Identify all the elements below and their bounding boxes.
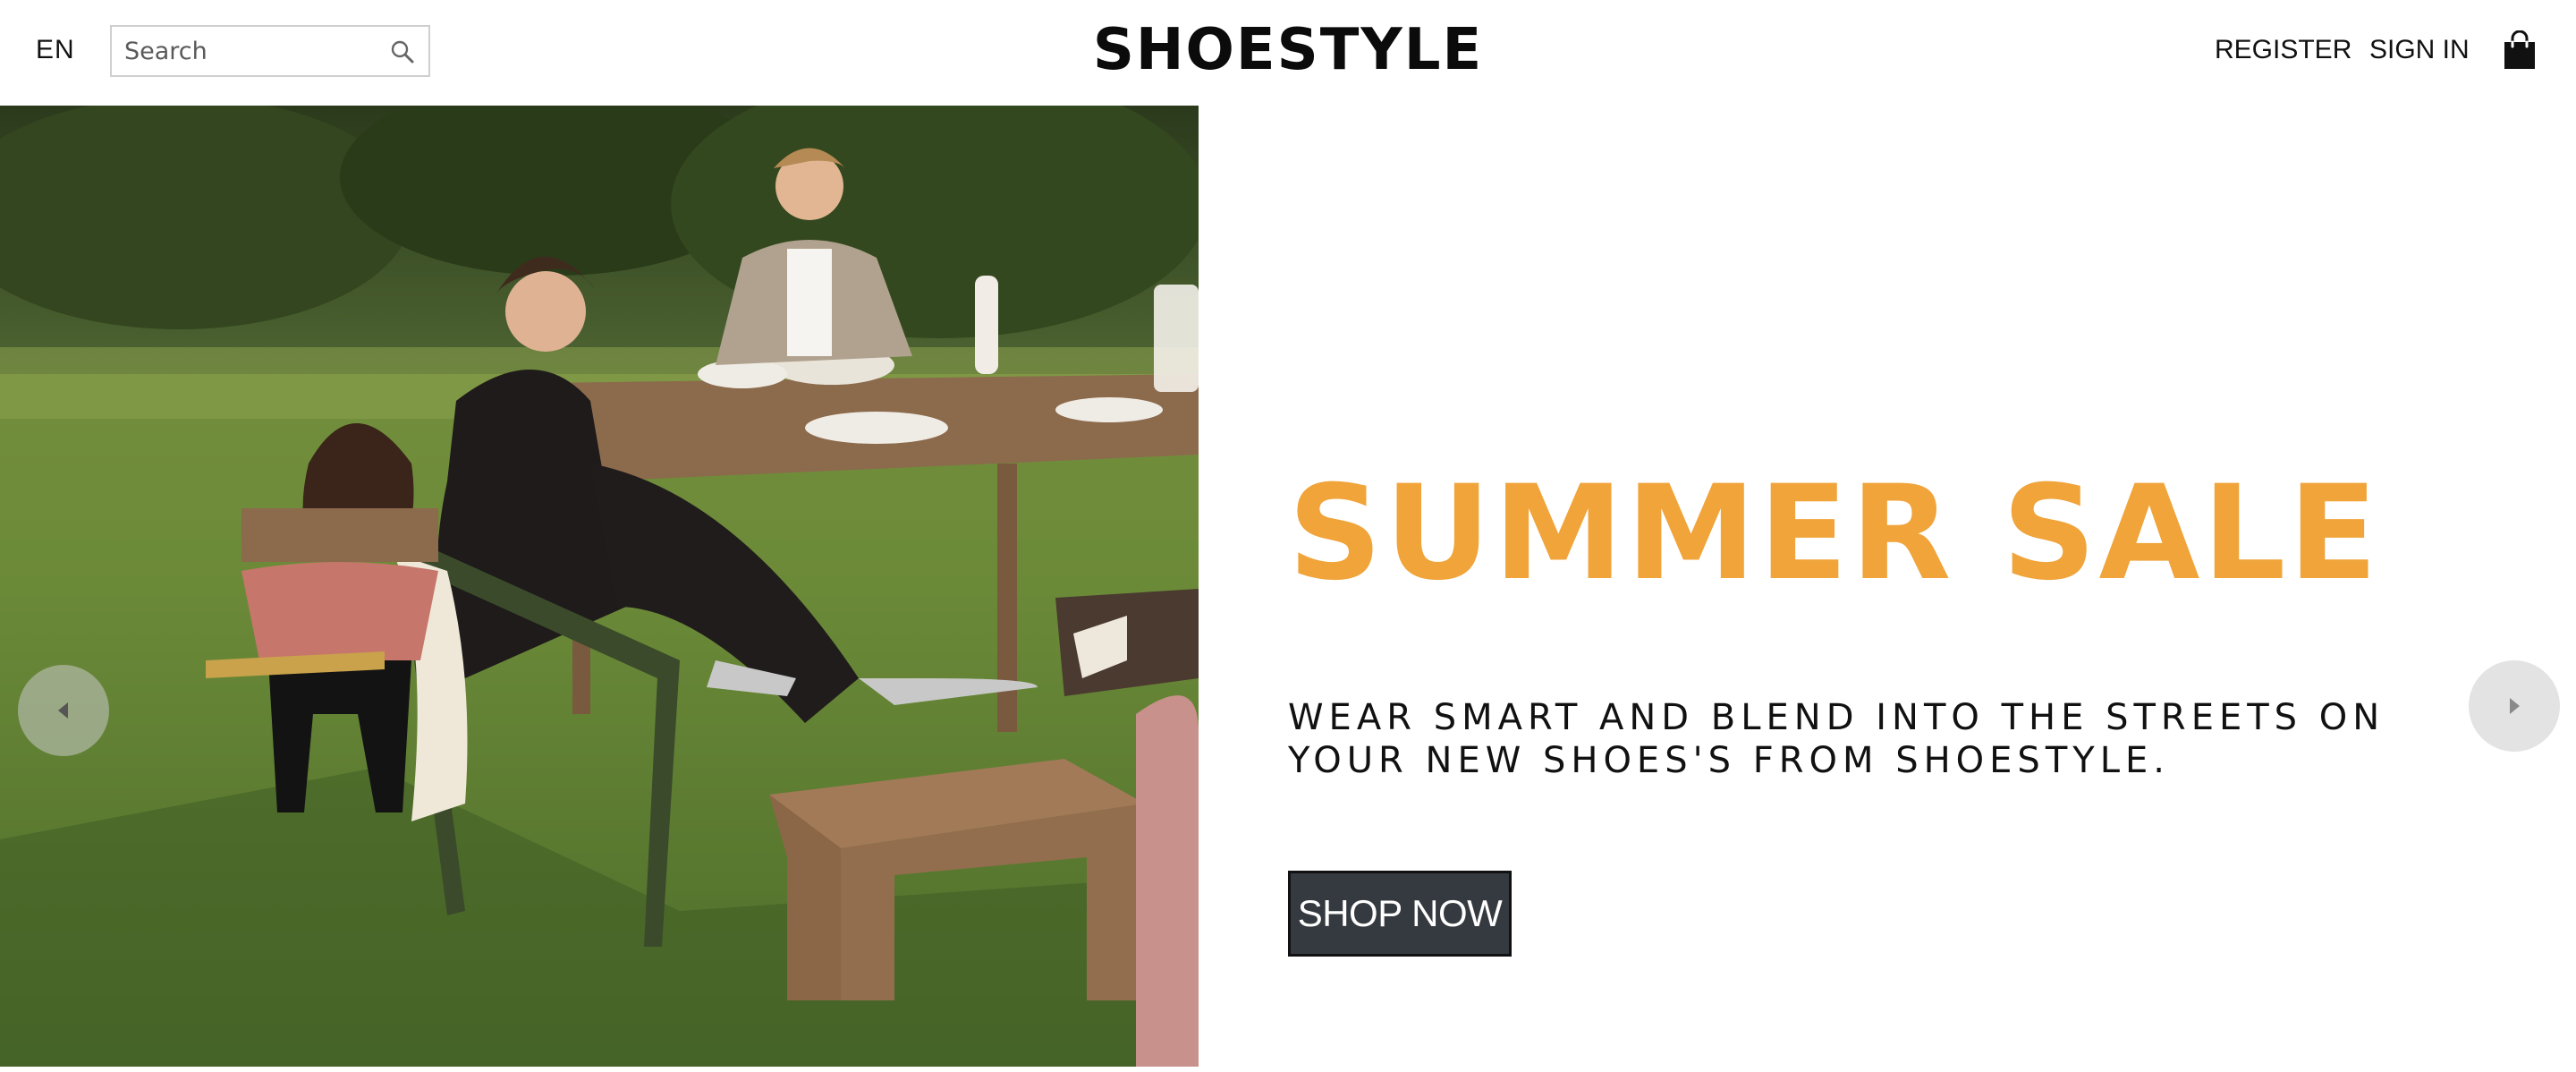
register-link[interactable]: REGISTER — [2215, 32, 2351, 68]
chevron-left-icon — [58, 702, 68, 719]
search-box — [110, 25, 430, 77]
shopping-bag-icon[interactable] — [2502, 30, 2538, 72]
site-header: EN SHOESTYLE REGISTER SIGN IN — [0, 0, 2576, 106]
chevron-right-icon — [2510, 698, 2520, 714]
hero-content: SUMMER SALE WEAR SMART AND BLEND INTO TH… — [1288, 106, 2451, 1067]
hero-image — [0, 106, 1199, 1067]
hero-photo-illustration — [0, 106, 1199, 1067]
hero-subtitle: WEAR SMART AND BLEND INTO THE STREETS ON… — [1288, 697, 2385, 781]
shop-now-button[interactable]: SHOP NOW — [1288, 871, 1512, 957]
language-selector[interactable]: EN — [36, 32, 75, 68]
sign-in-link[interactable]: SIGN IN — [2369, 32, 2470, 68]
search-input[interactable] — [112, 27, 380, 75]
brand-logo[interactable]: SHOESTYLE — [1093, 17, 1483, 83]
search-icon[interactable] — [389, 38, 416, 65]
carousel-next-button[interactable] — [2469, 660, 2560, 752]
carousel-prev-button[interactable] — [18, 665, 109, 756]
hero-title: SUMMER SALE — [1288, 457, 2381, 609]
hero-banner: SUMMER SALE WEAR SMART AND BLEND INTO TH… — [0, 106, 2576, 1067]
